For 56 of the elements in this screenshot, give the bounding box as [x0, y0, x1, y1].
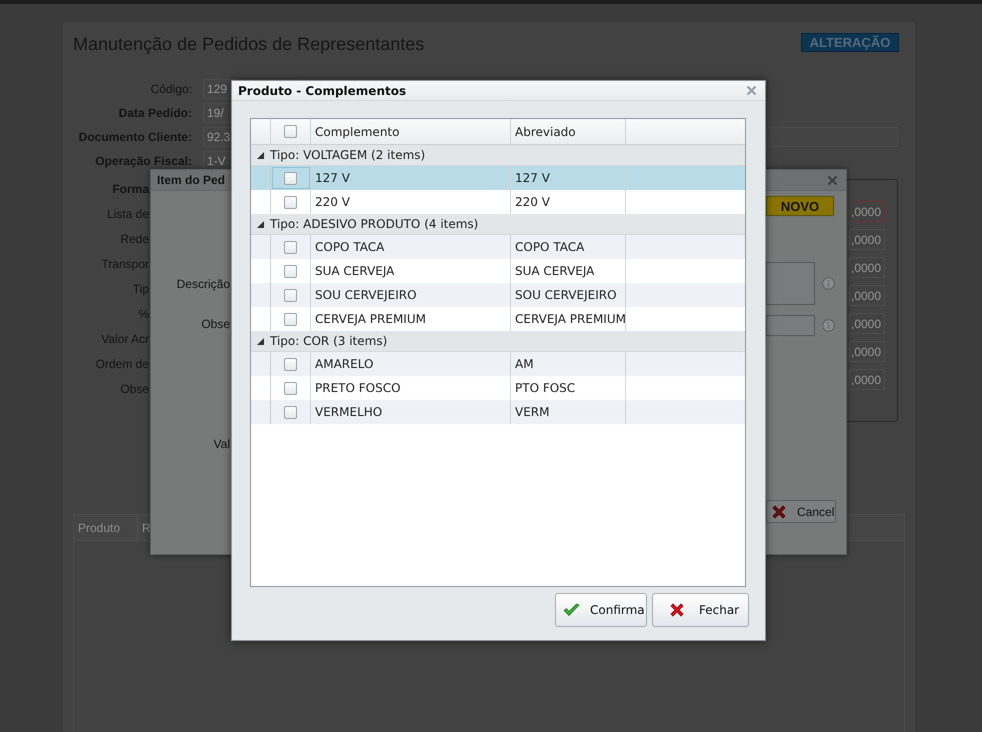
cancel-button[interactable]: Cancel — [766, 500, 836, 523]
checkbox[interactable] — [284, 264, 297, 278]
grid-row[interactable]: VERMELHO VERM — [251, 400, 745, 424]
checkbox[interactable] — [284, 172, 297, 184]
checkbox[interactable] — [284, 406, 297, 418]
status-badge: NOVO — [766, 196, 834, 216]
field-label: Descrição — [176, 277, 230, 291]
checkbox[interactable] — [284, 312, 297, 326]
dialog-title: Produto - Complementos — [238, 84, 406, 98]
mode-badge: ALTERAÇÃO — [801, 33, 899, 52]
x-icon — [669, 602, 685, 618]
info-icon — [822, 277, 835, 290]
close-icon[interactable] — [746, 85, 757, 96]
group-row[interactable]: Tipo: COR (3 items) — [251, 331, 745, 352]
grid-row[interactable]: COPO TACA COPO TACA — [251, 235, 745, 259]
checkbox[interactable] — [284, 288, 297, 302]
field-label: % — [137, 306, 149, 322]
table-cell: SOU CERVEJEIRO — [511, 283, 626, 307]
info-icon — [822, 319, 835, 332]
text-area[interactable] — [766, 262, 815, 305]
group-row[interactable]: Tipo: ADESIVO PRODUTO (4 items) — [251, 214, 745, 235]
table-cell: SOU CERVEJEIRO — [311, 283, 511, 307]
checkbox[interactable] — [284, 125, 297, 138]
expand-triangle-icon[interactable] — [257, 152, 264, 158]
x-icon — [771, 504, 787, 520]
expand-triangle-icon[interactable] — [257, 220, 264, 228]
table-cell: 127 V — [311, 166, 511, 190]
table-cell: 127 V — [511, 166, 626, 190]
table-cell: COPO TACA — [311, 235, 511, 259]
table-cell: VERMELHO — [311, 400, 511, 424]
group-label: Tipo: ADESIVO PRODUTO (4 items) — [270, 217, 478, 231]
grid-row[interactable]: 127 V 127 V — [251, 166, 745, 190]
close-icon[interactable] — [827, 174, 838, 186]
confirm-button[interactable]: Confirma — [555, 593, 647, 627]
checkbox[interactable] — [284, 240, 297, 254]
checkbox[interactable] — [284, 382, 297, 394]
field-label: Val — [214, 437, 230, 451]
table-cell: COPO TACA — [511, 235, 626, 259]
field-label: Obse — [201, 317, 230, 331]
group-label: Tipo: VOLTAGEM (2 items) — [270, 148, 426, 162]
check-icon — [563, 603, 580, 617]
table-cell: AM — [511, 352, 626, 376]
group-row[interactable]: Tipo: VOLTAGEM (2 items) — [251, 145, 745, 166]
checkbox[interactable] — [284, 358, 297, 370]
expand-triangle-icon[interactable] — [257, 338, 264, 344]
grid-row[interactable]: AMARELO AM — [251, 352, 745, 376]
close-button[interactable]: Fechar — [652, 593, 749, 627]
checkbox[interactable] — [284, 196, 297, 208]
column-header[interactable]: Complemento — [311, 119, 511, 144]
grid-row[interactable]: SOU CERVEJEIRO SOU CERVEJEIRO — [251, 283, 745, 307]
column-header[interactable]: Abreviado — [511, 119, 626, 144]
table-cell: VERM — [511, 400, 626, 424]
dialog-title: Item do Ped — [157, 173, 226, 187]
group-label: Tipo: COR (3 items) — [270, 334, 388, 348]
table-cell: AMARELO — [311, 352, 511, 376]
input-field[interactable] — [766, 315, 815, 336]
